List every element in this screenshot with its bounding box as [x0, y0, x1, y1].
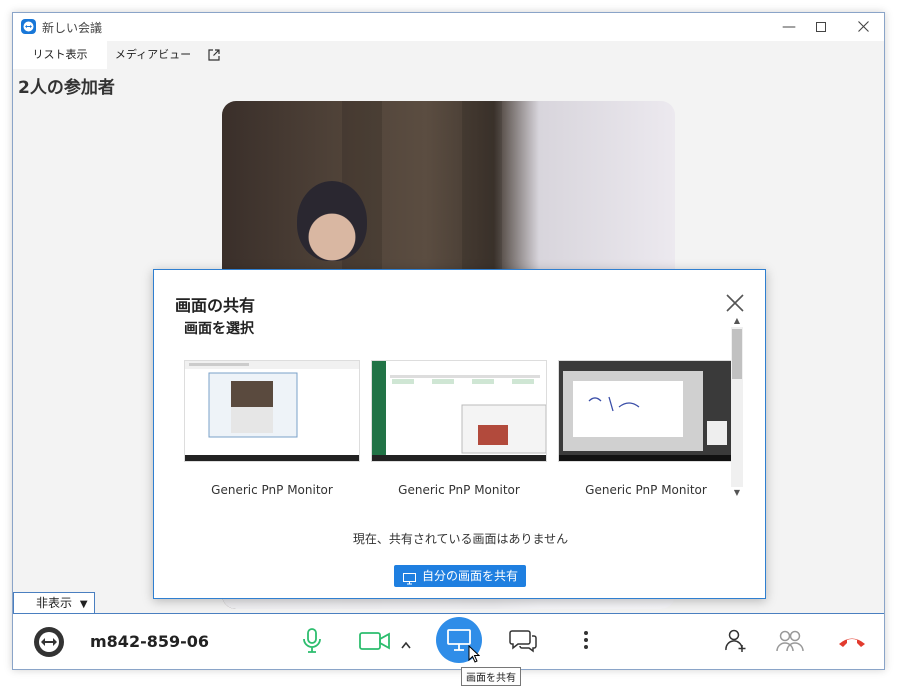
screen-thumbnail-2[interactable]	[371, 360, 547, 462]
share-screen-tooltip: 画面を共有	[461, 667, 521, 686]
maximize-button[interactable]	[805, 17, 837, 37]
video-subject	[297, 181, 367, 261]
mouse-cursor-icon	[468, 644, 481, 667]
hide-toolbar-button[interactable]: 非表示 ▼	[13, 592, 95, 614]
view-tabs: リスト表示 メディアビュー	[13, 41, 884, 69]
share-screen-dialog: 画面の共有 画面を選択 Generic PnP Monitor Generic …	[153, 269, 766, 599]
screen-label-3: Generic PnP Monitor	[585, 483, 707, 497]
dialog-subtitle: 画面を選択	[184, 321, 254, 337]
share-screen-small-icon	[403, 570, 416, 592]
microphone-icon[interactable]	[302, 628, 322, 658]
meeting-toolbar: m842-859-06	[13, 613, 884, 669]
more-options-icon[interactable]	[583, 630, 589, 654]
video-camera-icon[interactable]	[359, 631, 391, 655]
screen-thumbnail-3[interactable]	[558, 360, 734, 462]
title-bar: 新しい会議 —	[13, 13, 884, 41]
meeting-avatar-icon[interactable]	[33, 626, 65, 658]
share-my-screen-label: 自分の画面を共有	[422, 569, 519, 583]
thumbnail-scrollbar[interactable]: ▲ ▼	[731, 315, 743, 498]
participants-icon[interactable]	[776, 629, 804, 657]
scroll-thumb[interactable]	[732, 329, 742, 379]
end-call-icon[interactable]	[837, 634, 867, 653]
screen-label-1: Generic PnP Monitor	[211, 483, 333, 497]
tab-list-view[interactable]: リスト表示	[13, 41, 107, 69]
dialog-close-icon[interactable]	[722, 290, 748, 316]
scroll-up-icon[interactable]: ▲	[731, 315, 743, 327]
dialog-title: 画面の共有	[175, 296, 256, 315]
teamviewer-logo-icon	[21, 19, 36, 34]
minimize-button[interactable]: —	[773, 17, 805, 37]
window-title: 新しい会議	[42, 21, 103, 35]
share-my-screen-button[interactable]: 自分の画面を共有	[394, 565, 526, 587]
meeting-id: m842-859-06	[90, 632, 210, 651]
meeting-window: 新しい会議 — リスト表示 メディアビュー 2人の参加者 画面の共有 画面を選択	[12, 12, 885, 670]
scroll-down-icon[interactable]: ▼	[731, 487, 743, 499]
close-button[interactable]	[847, 17, 879, 37]
participants-heading: 2人の参加者	[18, 78, 115, 98]
screen-label-2: Generic PnP Monitor	[398, 483, 520, 497]
chevron-down-icon: ▼	[79, 599, 88, 610]
chat-icon[interactable]	[509, 629, 537, 657]
popout-icon[interactable]	[203, 41, 225, 69]
hide-label: 非表示	[36, 596, 73, 610]
add-participant-icon[interactable]	[725, 629, 747, 657]
tab-media-view[interactable]: メディアビュー	[113, 41, 193, 69]
screen-thumbnail-1[interactable]	[184, 360, 360, 462]
share-status-text: 現在、共有されている画面はありません	[352, 532, 569, 546]
chevron-up-icon[interactable]	[401, 634, 411, 653]
